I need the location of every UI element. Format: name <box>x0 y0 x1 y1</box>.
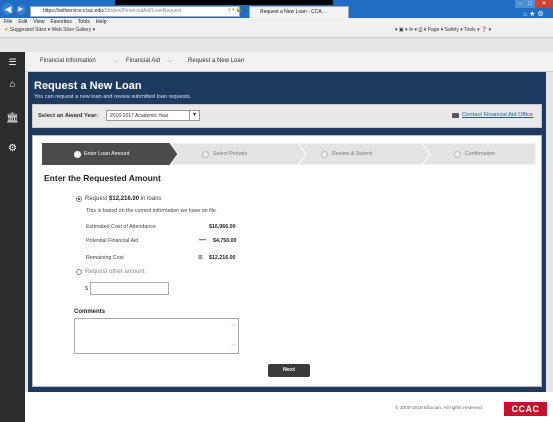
breadcrumb-request-loan: Request a New Loan <box>188 58 245 64</box>
other-amount-radio[interactable] <box>76 269 82 275</box>
url-host: https://selfservice.ccac.edu <box>43 8 104 14</box>
breadcrumb <box>25 52 553 72</box>
comments-textarea[interactable] <box>74 318 239 354</box>
home-icon[interactable]: ⌂ <box>0 74 25 96</box>
currency-symbol: $ <box>85 286 88 292</box>
request-suffix: in loans <box>140 196 162 202</box>
step-2-icon <box>202 151 209 158</box>
email-icon <box>452 113 459 118</box>
browser-tab[interactable]: Request a New Loan - CCA... <box>249 6 349 18</box>
request-prefix: Request <box>85 196 108 202</box>
next-button[interactable]: Next <box>268 364 310 377</box>
remaining-cost-label: Remaining Cost <box>86 255 124 261</box>
forward-icon[interactable]: ▶ <box>16 5 26 15</box>
potential-aid-label: Potential Financial Aid <box>86 238 139 244</box>
ccac-logo: CCAC <box>504 402 547 416</box>
progress-steps: Enter Loan Amount Select Periods Review … <box>42 143 536 165</box>
step-4-label[interactable]: Confirmation <box>465 143 495 165</box>
equals-icon: = <box>198 253 203 262</box>
request-amount-line: Request $12,216.00 in loans <box>85 196 161 202</box>
url-path: /Student/FinancialAid/LoanRequest <box>103 8 182 14</box>
address-actions[interactable]: ⌕ ▾ 🔒 C <box>228 7 247 13</box>
page-title: Request a New Loan <box>34 80 142 92</box>
close-icon[interactable]: ✕ <box>535 0 553 8</box>
request-amount-value: $12,216.00 <box>109 196 140 202</box>
address-bar[interactable]: https://selfservice.ccac.edu/Student/Fin… <box>30 6 240 17</box>
breadcrumb-separator: ﹀ <box>113 61 120 67</box>
step-2-label[interactable]: Select Periods <box>213 143 247 165</box>
window-controls: – □ ✕ <box>515 0 553 9</box>
basis-note: This is based on the current information… <box>86 208 218 214</box>
step-3-icon <box>321 151 328 158</box>
step-1-active-icon <box>74 151 81 158</box>
other-amount-label: Request other amount: <box>85 269 147 275</box>
minus-icon: — <box>199 237 206 244</box>
maximize-icon[interactable]: □ <box>525 0 535 8</box>
back-icon[interactable]: ◀ <box>2 3 14 15</box>
chevron-down-icon: ▾ <box>189 111 199 120</box>
menu-file[interactable]: File <box>4 19 12 25</box>
potential-aid-value: $4,750.00 <box>213 238 237 244</box>
home-star-gear-icons[interactable]: ⌂ ★ ⚙ <box>523 10 544 18</box>
copyright-text: © 2000-2016 Ellucian. All rights reserve… <box>395 406 484 411</box>
step-3-label[interactable]: Review & Submit <box>332 143 372 165</box>
section-title: Enter the Requested Amount <box>44 173 161 183</box>
user-settings-icon[interactable]: ⚙ <box>0 138 25 160</box>
other-amount-input[interactable] <box>90 282 169 295</box>
bank-icon[interactable]: 🏛 <box>0 108 25 130</box>
comments-label: Comments <box>74 309 106 315</box>
remaining-cost-value: $12,216.00 <box>209 255 236 261</box>
scroll-down-icon[interactable]: ﹀ <box>231 343 236 350</box>
step-1-label[interactable]: Enter Loan Amount <box>84 143 129 165</box>
menu-tools[interactable]: Tools <box>78 19 90 25</box>
menu-favorites[interactable]: Favorites <box>50 19 71 25</box>
breadcrumb-financial-aid[interactable]: Financial Aid <box>126 58 160 64</box>
favorites-bar: ★ Suggested Sites ▾ Web Slice Gallery ▾ <box>4 27 95 33</box>
award-year-label: Select an Award Year: <box>38 113 99 119</box>
cost-of-attendance-value: $16,966.00 <box>209 224 236 230</box>
app-sidebar: ⌂ 🏛 ⚙ <box>0 52 25 422</box>
fav-suggested-sites[interactable]: Suggested Sites ▾ <box>10 27 50 33</box>
award-year-value: 2016-2017 Academic Year <box>110 113 169 119</box>
award-year-select[interactable]: 2016-2017 Academic Year ▾ <box>106 110 200 121</box>
menu-view[interactable]: View <box>33 19 44 25</box>
scroll-up-icon[interactable]: ︿ <box>231 321 236 328</box>
menu-help[interactable]: Help <box>96 19 107 25</box>
hamburger-menu-icon[interactable]: ☰ <box>0 52 25 72</box>
step-4-icon <box>454 151 461 158</box>
fav-web-slice-gallery[interactable]: Web Slice Gallery ▾ <box>52 27 96 33</box>
request-amount-radio[interactable] <box>76 196 82 202</box>
menu-edit[interactable]: Edit <box>18 19 27 25</box>
breadcrumb-separator: ﹀ <box>167 61 174 67</box>
contact-financial-aid-link[interactable]: Contact Financial Aid Office <box>462 112 533 118</box>
cost-of-attendance-label: Estimated Cost of Attendance <box>86 224 156 230</box>
redaction-bar <box>115 0 333 5</box>
minimize-icon[interactable]: – <box>515 0 525 8</box>
browser-menu: File Edit View Favorites Tools Help <box>4 19 113 25</box>
favorites-star-icon[interactable]: ★ <box>4 27 8 33</box>
breadcrumb-financial-information[interactable]: Financial Information <box>40 58 96 64</box>
page-subtitle: You can request a new loan and review su… <box>34 94 192 100</box>
command-bar[interactable]: ▾ ▣ ▾ ✉ ▾ ⎙ ▾ Page ▾ Safety ▾ Tools ▾ ❓ … <box>395 27 491 33</box>
